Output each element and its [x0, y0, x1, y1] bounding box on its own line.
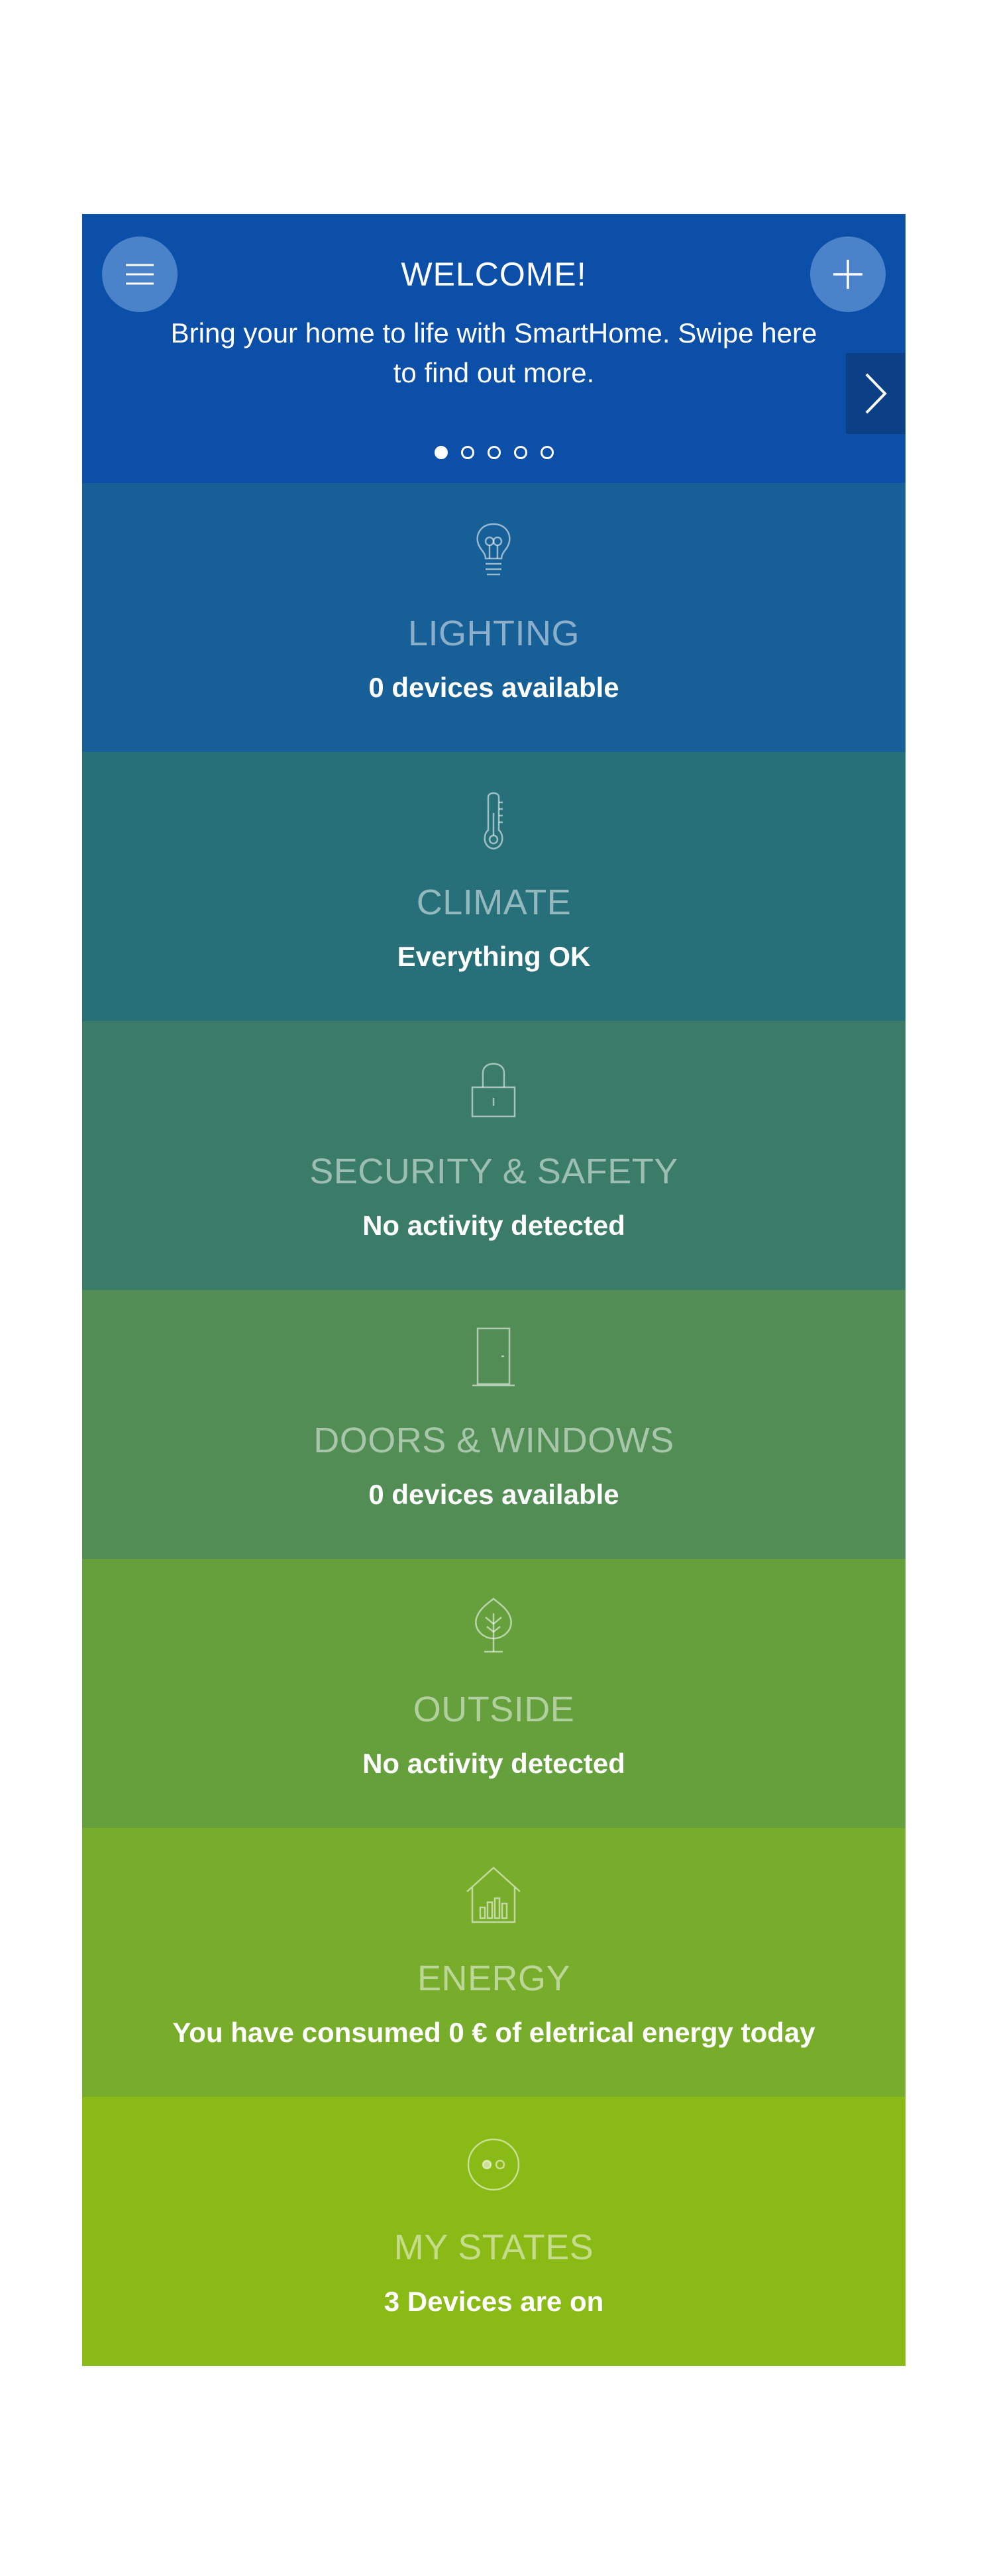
tile-status: 0 devices available [368, 672, 619, 703]
carousel-dot[interactable] [434, 446, 448, 459]
tree-icon [460, 1593, 527, 1660]
door-icon [460, 1324, 527, 1391]
padlock-icon [460, 1055, 527, 1122]
carousel-dot[interactable] [513, 446, 527, 459]
tile-energy[interactable]: ENERGY You have consumed 0 € of eletrica… [82, 1828, 906, 2097]
tile-climate[interactable]: CLIMATE Everything OK [82, 752, 906, 1021]
add-button[interactable] [810, 237, 886, 312]
tile-title: ENERGY [417, 1959, 571, 1998]
tile-status: 0 devices available [368, 1479, 619, 1510]
tile-status: No activity detected [362, 1748, 625, 1779]
chevron-right-icon [865, 373, 887, 414]
tile-status: No activity detected [362, 1210, 625, 1241]
tile-title: LIGHTING [407, 614, 580, 653]
next-slide-button[interactable] [846, 353, 906, 434]
welcome-title: WELCOME! [401, 256, 587, 293]
carousel-dot[interactable] [460, 446, 474, 459]
tile-title: OUTSIDE [413, 1690, 575, 1729]
tile-outside[interactable]: OUTSIDE No activity detected [82, 1559, 906, 1828]
tile-doors-windows[interactable]: DOORS & WINDOWS 0 devices available [82, 1290, 906, 1559]
tile-title: CLIMATE [416, 883, 572, 922]
tile-title: SECURITY & SAFETY [309, 1152, 678, 1191]
thermometer-icon [460, 786, 527, 853]
house-energy-icon [460, 1862, 527, 1929]
tile-lighting[interactable]: LIGHTING 0 devices available [82, 483, 906, 752]
smarthome-app: WELCOME! Bring your home to life with Sm… [82, 214, 906, 2366]
tile-status: Everything OK [397, 941, 591, 972]
tile-title: DOORS & WINDOWS [313, 1421, 674, 1460]
tile-status: You have consumed 0 € of eletrical energ… [172, 2017, 815, 2048]
welcome-header[interactable]: WELCOME! Bring your home to life with Sm… [82, 214, 906, 483]
tile-title: MY STATES [393, 2227, 594, 2267]
carousel-dot[interactable] [487, 446, 501, 459]
carousel-indicator [82, 446, 906, 459]
tile-status: 3 Devices are on [384, 2286, 604, 2317]
carousel-dot[interactable] [540, 446, 554, 459]
states-toggle-icon [460, 2131, 527, 2198]
welcome-text: Bring your home to life with SmartHome. … [170, 317, 817, 388]
tile-my-states[interactable]: MY STATES 3 Devices are on [82, 2097, 906, 2366]
light-bulb-icon [460, 517, 527, 584]
plus-icon [833, 260, 862, 289]
tile-security-safety[interactable]: SECURITY & SAFETY No activity detected [82, 1021, 906, 1290]
